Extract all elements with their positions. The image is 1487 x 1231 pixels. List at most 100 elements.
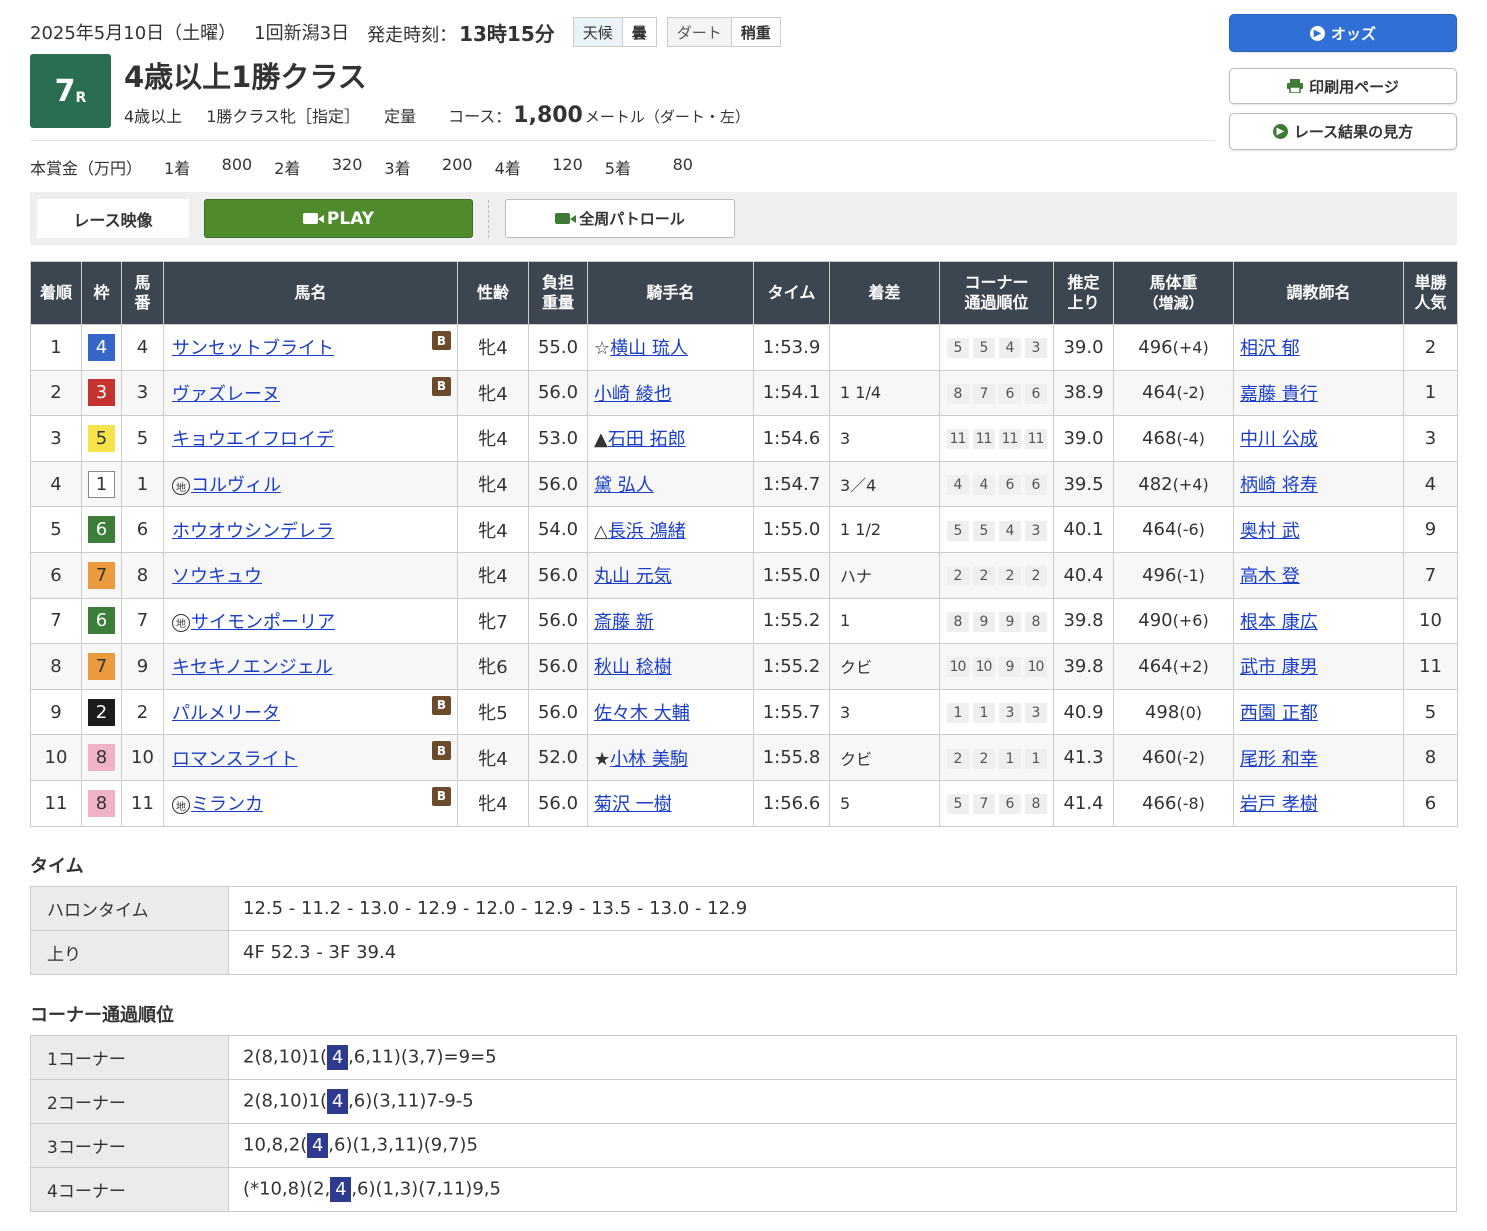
horse-number: 6: [121, 506, 164, 553]
col-jockey[interactable]: 騎手名: [587, 261, 754, 325]
horse-name-link[interactable]: ミランカ: [191, 794, 263, 815]
play-video-button[interactable]: PLAY: [204, 199, 473, 238]
jockey-link[interactable]: 石田 拓郎: [608, 429, 686, 450]
patrol-video-button[interactable]: 全周パトロール: [505, 199, 735, 238]
corner-order-value: 2(8,10)1(4,6,11)(3,7)=9=5: [228, 1035, 1457, 1080]
table-row: 10 8 10 ロマンスライト B 牝4 52.0 ★小林 美駒 1:55.8 クビ 2 2 1 1 41.…: [30, 734, 1458, 781]
patrol-label: 全周パトロール: [579, 210, 685, 228]
trainer-link[interactable]: 根本 康広: [1240, 612, 1318, 633]
jockey-link[interactable]: 菊沢 一樹: [594, 794, 672, 815]
jockey-cell: △長浜 鴻緒: [587, 506, 754, 553]
col-sex-age[interactable]: 性齢: [457, 261, 529, 325]
weather-value: 曇: [631, 23, 647, 42]
horse-number: 11: [121, 779, 164, 827]
horse-number: 9: [121, 643, 164, 690]
last-3f: 41.3: [1053, 734, 1114, 781]
jockey-cell: 小崎 綾也: [587, 369, 754, 417]
jockey-link[interactable]: 横山 琉人: [610, 338, 688, 359]
col-corner-order[interactable]: コーナー 通過順位: [939, 261, 1054, 325]
class-condition: 1勝クラス牝［指定］: [206, 107, 361, 126]
trainer-link[interactable]: 相沢 郁: [1240, 338, 1300, 359]
corner-position: 11: [998, 429, 1021, 450]
prize-label: 本賞金（万円）: [30, 159, 143, 178]
results-guide-button[interactable]: ▶ レース結果の見方: [1229, 113, 1457, 150]
col-margin[interactable]: 着差: [829, 261, 940, 325]
win-popularity: 9: [1403, 506, 1458, 553]
win-popularity: 4: [1403, 460, 1458, 508]
jockey-link[interactable]: 長浜 鴻緒: [608, 521, 686, 542]
col-horse-number[interactable]: 馬番: [121, 261, 164, 325]
waku-badge: 4: [88, 333, 115, 361]
trainer-link[interactable]: 中川 公成: [1240, 429, 1318, 450]
sex-age: 牝4: [457, 324, 529, 371]
horse-name-link[interactable]: キョウエイフロイデ: [172, 429, 334, 450]
jockey-link[interactable]: 斎藤 新: [594, 612, 654, 633]
chevron-right-icon: ▶: [1272, 124, 1288, 139]
body-weight-change: (0): [1179, 702, 1203, 722]
col-weight[interactable]: 負担 重量: [528, 261, 588, 325]
col-popularity[interactable]: 単勝 人気: [1403, 261, 1458, 325]
corner-position: 8: [1024, 794, 1047, 815]
race-number-badge: 7R: [30, 54, 111, 128]
furlong-time-value: 12.5 - 11.2 - 13.0 - 12.9 - 12.0 - 12.9 …: [228, 886, 1457, 931]
last-3f: 39.8: [1053, 597, 1114, 645]
last-time-row: 上り 4F 52.3 - 3F 39.4: [30, 930, 1457, 975]
play-label: PLAY: [326, 208, 375, 229]
horse-name-link[interactable]: ホウオウシンデレラ: [172, 521, 334, 542]
col-last-3f[interactable]: 推定 上り: [1053, 261, 1114, 325]
win-popularity: 5: [1403, 688, 1458, 736]
jockey-link[interactable]: 秋山 稔樹: [594, 657, 672, 678]
table-row: 4 1 1 地コルヴィル 牝4 56.0 黛 弘人 1:54.7 3／4 4 4 6 6 39.5 482(…: [30, 460, 1458, 508]
last-3f: 40.9: [1053, 688, 1114, 736]
corner-order-cell: 5543: [939, 324, 1054, 371]
carried-weight: 56.0: [528, 551, 588, 599]
corner-position: 5: [946, 338, 969, 359]
sex-age: 牝7: [457, 597, 529, 645]
odds-button[interactable]: ▶ オッズ: [1229, 14, 1457, 52]
trainer-link[interactable]: 嘉藤 貴行: [1240, 384, 1318, 405]
last-3f: 41.4: [1053, 779, 1114, 827]
body-weight-change: (-6): [1176, 520, 1205, 540]
sex-age: 牝4: [457, 506, 529, 553]
horse-name-link[interactable]: ヴァズレーヌ: [172, 384, 280, 405]
trainer-link[interactable]: 奥村 武: [1240, 521, 1300, 542]
jockey-link[interactable]: 佐々木 大輔: [594, 703, 690, 724]
race-time: 1:54.7: [753, 460, 830, 508]
jockey-link[interactable]: 黛 弘人: [594, 475, 654, 496]
col-position[interactable]: 着順: [30, 261, 82, 325]
horse-name-link[interactable]: コルヴィル: [191, 475, 281, 496]
col-trainer[interactable]: 調教師名: [1233, 261, 1404, 325]
col-time[interactable]: タイム: [753, 261, 830, 325]
prize-amount-4: 120: [552, 155, 583, 174]
col-body-weight[interactable]: 馬体重 （増減）: [1113, 261, 1234, 325]
waku-badge: 1: [88, 470, 115, 498]
corner-position: 4: [998, 520, 1021, 541]
horse-name-link[interactable]: サイモンポーリア: [191, 612, 335, 633]
finish-position: 4: [30, 460, 82, 508]
jockey-link[interactable]: 丸山 元気: [594, 566, 672, 587]
trainer-link[interactable]: 西園 正都: [1240, 703, 1318, 724]
col-horse-name[interactable]: 馬名: [163, 261, 458, 325]
trainer-link[interactable]: 柄崎 将寿: [1240, 475, 1318, 496]
horse-name-link[interactable]: サンセットブライト: [172, 338, 334, 359]
trainer-link[interactable]: 武市 康男: [1240, 657, 1318, 678]
race-time: 1:55.8: [753, 734, 830, 781]
body-weight-cell: 490(+6): [1113, 597, 1234, 645]
print-page-button[interactable]: 印刷用ページ: [1229, 68, 1457, 104]
body-weight-cell: 496(-1): [1113, 551, 1234, 599]
horse-name-link[interactable]: パルメリータ: [172, 703, 280, 724]
trainer-link[interactable]: 尾形 和幸: [1240, 749, 1318, 770]
body-weight: 468: [1142, 427, 1177, 449]
horse-name-link[interactable]: キセキノエンジェル: [172, 657, 333, 678]
trainer-link[interactable]: 岩戸 孝樹: [1240, 794, 1318, 815]
corner-position: 5: [946, 794, 969, 815]
trainer-link[interactable]: 高木 登: [1240, 566, 1300, 587]
race-video-label: レース映像: [37, 199, 189, 238]
jockey-link[interactable]: 小崎 綾也: [594, 384, 672, 405]
horse-name-link[interactable]: ソウキュウ: [172, 566, 262, 587]
horse-name-link[interactable]: ロマンスライト: [172, 749, 298, 770]
race-time: 1:55.2: [753, 597, 830, 645]
corner-position: 5: [972, 338, 995, 359]
jockey-link[interactable]: 小林 美駒: [610, 749, 688, 770]
col-waku[interactable]: 枠: [81, 261, 122, 325]
